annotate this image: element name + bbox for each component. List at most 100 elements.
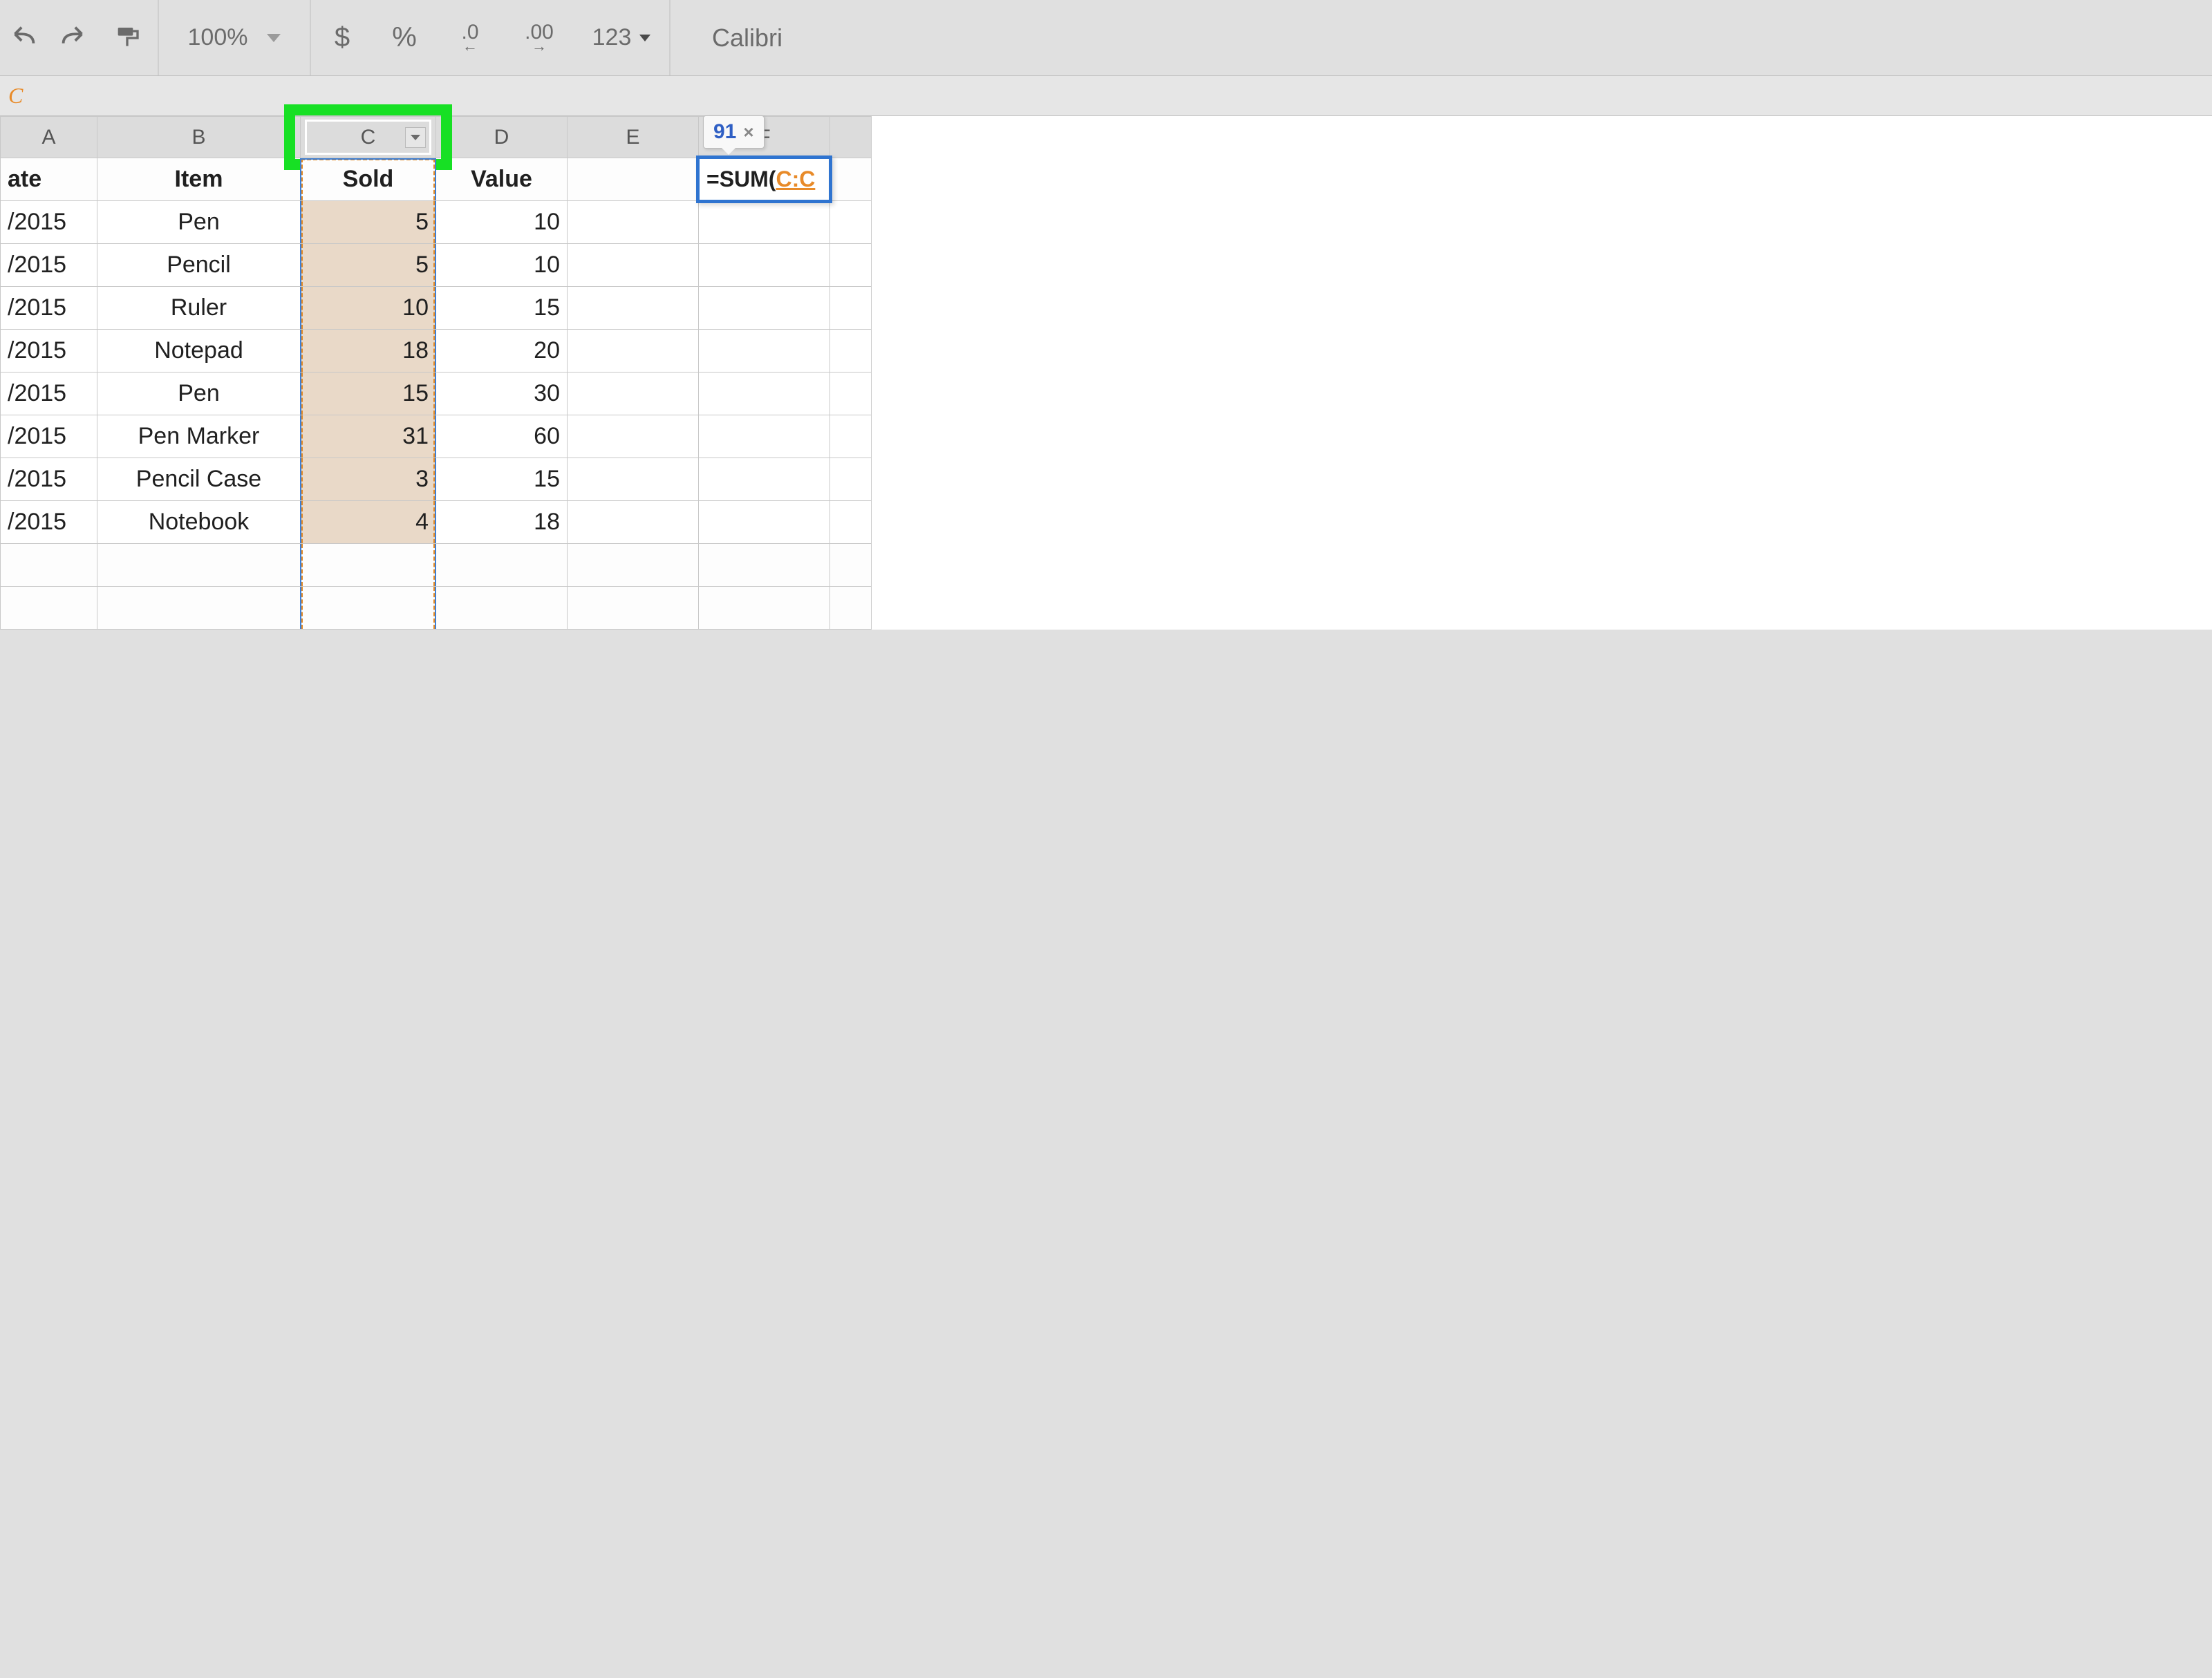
cell[interactable]: [568, 287, 699, 330]
cell[interactable]: [699, 544, 830, 587]
cell[interactable]: Ruler: [97, 287, 301, 330]
cell[interactable]: 30: [436, 373, 568, 415]
undo-button[interactable]: [0, 0, 48, 75]
cell[interactable]: [830, 201, 872, 244]
cell[interactable]: 3: [301, 458, 436, 501]
cell[interactable]: [568, 330, 699, 373]
format-currency-button[interactable]: $: [311, 0, 373, 75]
cell[interactable]: [699, 244, 830, 287]
cell[interactable]: [699, 330, 830, 373]
cell[interactable]: Pencil: [97, 244, 301, 287]
cell[interactable]: Value: [436, 158, 568, 201]
cell[interactable]: [97, 544, 301, 587]
cell[interactable]: [436, 544, 568, 587]
cell[interactable]: [568, 458, 699, 501]
cell[interactable]: [568, 373, 699, 415]
cell[interactable]: [830, 244, 872, 287]
cell[interactable]: [699, 458, 830, 501]
name-box[interactable]: C: [8, 83, 23, 109]
cell[interactable]: 20: [436, 330, 568, 373]
cell[interactable]: [699, 501, 830, 544]
cell[interactable]: /2015: [1, 373, 97, 415]
cell[interactable]: /2015: [1, 415, 97, 458]
font-family-dropdown[interactable]: Calibri: [671, 0, 824, 75]
cell[interactable]: 31: [301, 415, 436, 458]
cell[interactable]: [830, 287, 872, 330]
cell[interactable]: 5: [301, 201, 436, 244]
column-header-extra[interactable]: [830, 117, 872, 158]
column-header-B[interactable]: B: [97, 117, 301, 158]
zoom-dropdown[interactable]: 100%: [159, 0, 311, 75]
cell[interactable]: 15: [436, 287, 568, 330]
cell[interactable]: [830, 501, 872, 544]
cell[interactable]: [830, 330, 872, 373]
cell[interactable]: 60: [436, 415, 568, 458]
cell[interactable]: [568, 244, 699, 287]
cell[interactable]: 15: [436, 458, 568, 501]
cell[interactable]: 10: [301, 287, 436, 330]
cell[interactable]: ate: [1, 158, 97, 201]
cell[interactable]: [568, 544, 699, 587]
paint-format-button[interactable]: [97, 0, 159, 75]
cell[interactable]: [568, 415, 699, 458]
table-row: /2015 Pen Marker 31 60: [1, 415, 872, 458]
cell[interactable]: 18: [436, 501, 568, 544]
decrease-decimal-button[interactable]: .0←: [435, 0, 505, 75]
formula-cell[interactable]: 91 × =SUM(C:C: [699, 158, 830, 201]
close-icon[interactable]: ×: [743, 122, 753, 143]
cell[interactable]: [830, 373, 872, 415]
column-header-E[interactable]: E: [568, 117, 699, 158]
cell[interactable]: [830, 587, 872, 630]
column-header-C[interactable]: C: [301, 117, 436, 158]
cell[interactable]: Notepad: [97, 330, 301, 373]
number-format-dropdown[interactable]: 123: [574, 0, 671, 75]
cell[interactable]: 10: [436, 201, 568, 244]
cell[interactable]: [699, 415, 830, 458]
redo-button[interactable]: [48, 0, 97, 75]
cell[interactable]: /2015: [1, 458, 97, 501]
cell[interactable]: 5: [301, 244, 436, 287]
cell[interactable]: [97, 587, 301, 630]
cell[interactable]: [1, 587, 97, 630]
cell[interactable]: Pencil Case: [97, 458, 301, 501]
cell[interactable]: [699, 287, 830, 330]
format-percent-button[interactable]: %: [373, 0, 435, 75]
cell[interactable]: [568, 201, 699, 244]
cell[interactable]: [699, 587, 830, 630]
cell[interactable]: Pen Marker: [97, 415, 301, 458]
cell[interactable]: Pen: [97, 373, 301, 415]
column-dropdown-icon[interactable]: [405, 127, 426, 148]
cell[interactable]: Notebook: [97, 501, 301, 544]
cell[interactable]: [699, 201, 830, 244]
cell[interactable]: [301, 587, 436, 630]
cell[interactable]: [699, 373, 830, 415]
column-header-D[interactable]: D: [436, 117, 568, 158]
cell[interactable]: [1, 544, 97, 587]
column-header-A[interactable]: A: [1, 117, 97, 158]
cell[interactable]: [830, 415, 872, 458]
formula-prefix: =SUM(: [706, 167, 776, 192]
cell[interactable]: /2015: [1, 287, 97, 330]
cell[interactable]: Sold: [301, 158, 436, 201]
cell[interactable]: Item: [97, 158, 301, 201]
cell[interactable]: [830, 458, 872, 501]
cell[interactable]: /2015: [1, 501, 97, 544]
cell[interactable]: [568, 158, 699, 201]
spreadsheet-grid[interactable]: A B C D E F ate Item Sold Value: [0, 116, 2212, 630]
cell[interactable]: [568, 501, 699, 544]
cell[interactable]: 15: [301, 373, 436, 415]
cell[interactable]: 10: [436, 244, 568, 287]
cell[interactable]: [436, 587, 568, 630]
cell[interactable]: 18: [301, 330, 436, 373]
cell[interactable]: Pen: [97, 201, 301, 244]
cell[interactable]: [301, 544, 436, 587]
cell[interactable]: 4: [301, 501, 436, 544]
formula-editor[interactable]: =SUM(C:C: [696, 155, 832, 203]
cell[interactable]: [830, 544, 872, 587]
cell[interactable]: /2015: [1, 330, 97, 373]
cell[interactable]: [830, 158, 872, 201]
cell[interactable]: [568, 587, 699, 630]
increase-decimal-button[interactable]: .00→: [505, 0, 574, 75]
cell[interactable]: /2015: [1, 244, 97, 287]
cell[interactable]: /2015: [1, 201, 97, 244]
